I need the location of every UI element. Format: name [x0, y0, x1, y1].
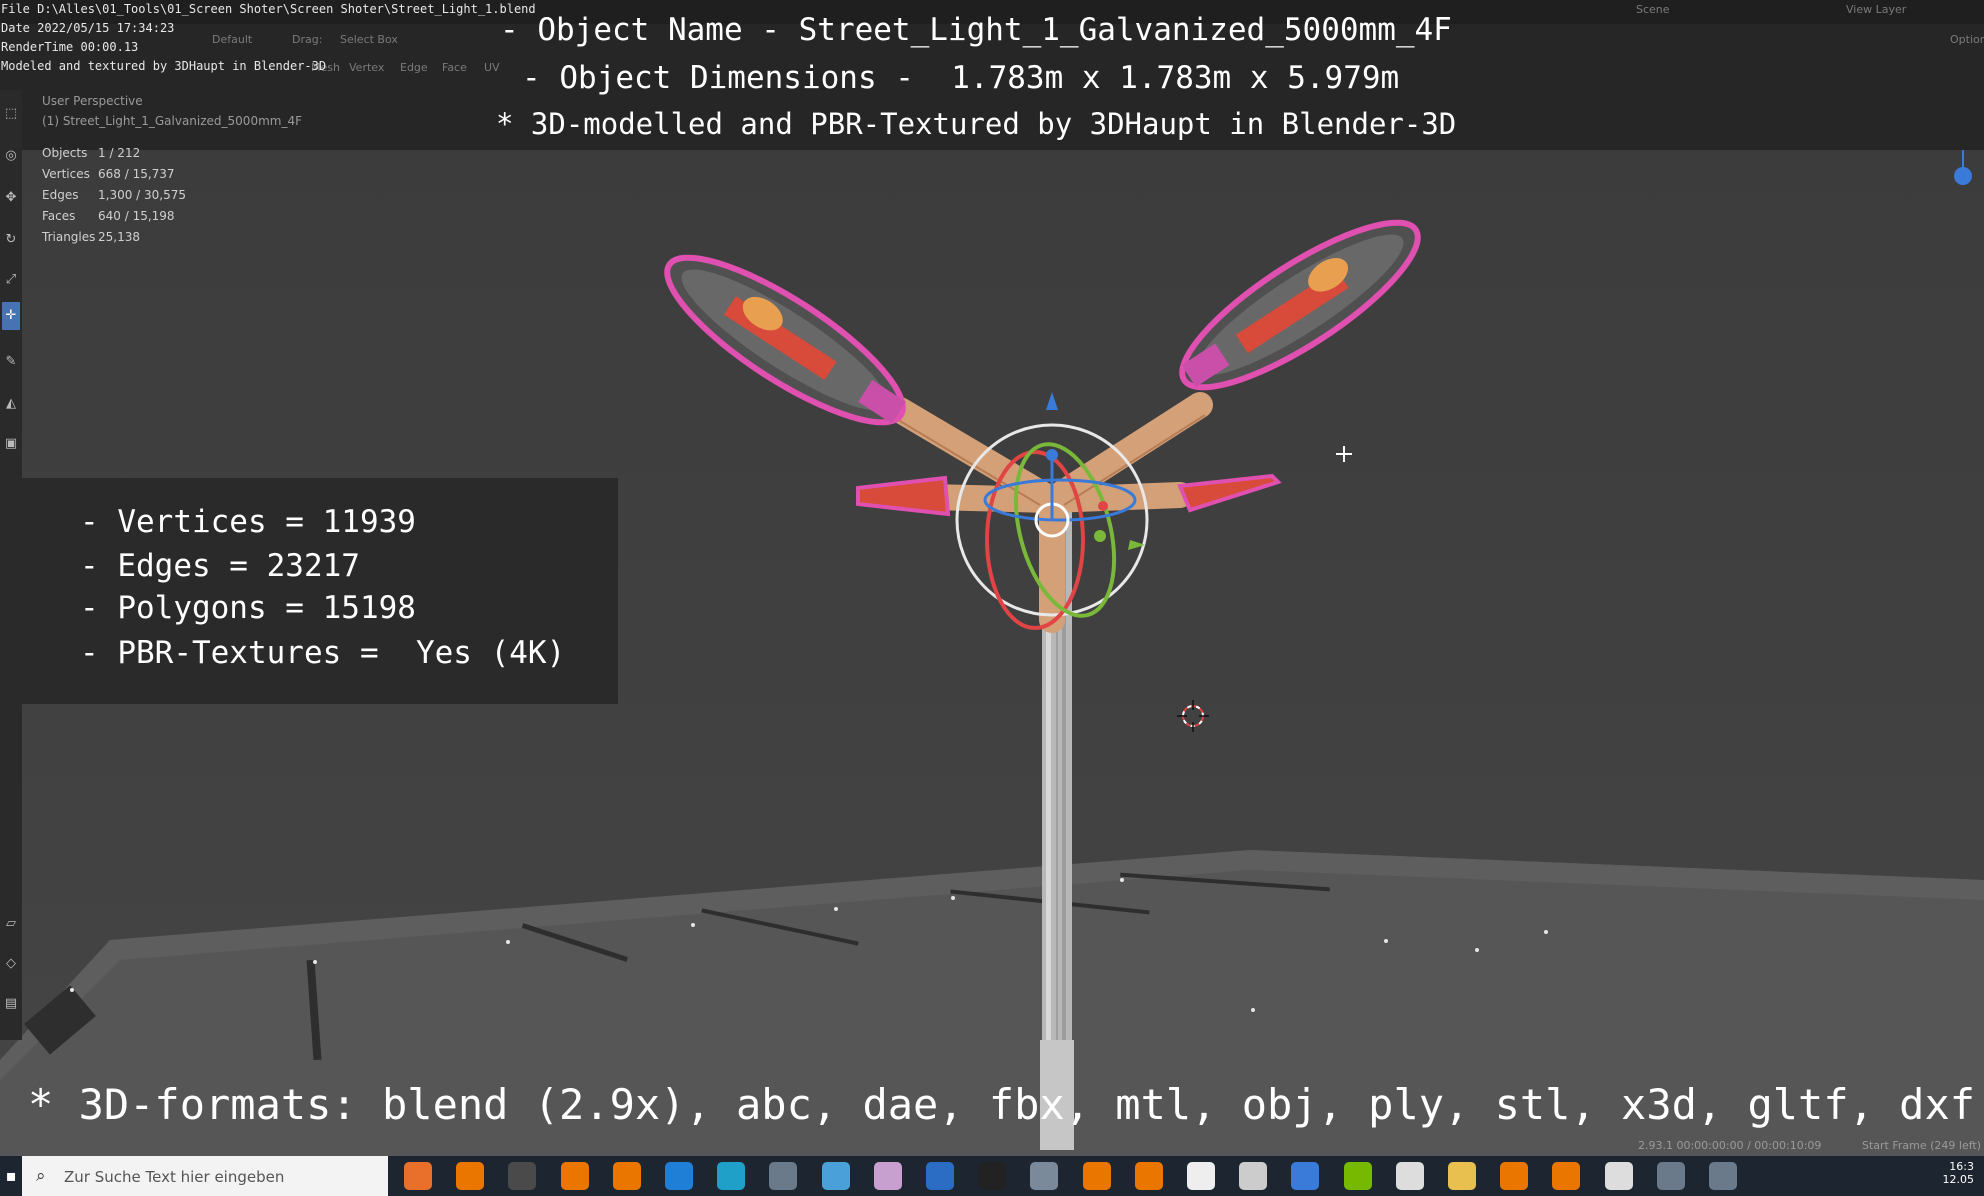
search-icon: ⌕	[36, 1166, 46, 1186]
nvidia-icon[interactable]	[1343, 1162, 1372, 1190]
clock-date[interactable]: 12.05	[1943, 1173, 1975, 1186]
obs-icon[interactable]	[508, 1162, 537, 1190]
stat-value: 1,300 / 30,575	[98, 188, 187, 202]
stat-value: 668 / 15,737	[98, 167, 175, 181]
orientation-dropdown[interactable]: Default	[212, 33, 252, 46]
plane-icon[interactable]	[1030, 1162, 1059, 1190]
start-frame-label: Start Frame (249 left)	[1862, 1139, 1982, 1152]
object-dimensions-overlay: - Object Dimensions - 1.783m x 1.783m x …	[522, 60, 1400, 96]
blender-icon[interactable]	[1134, 1162, 1163, 1190]
rip-tool-icon[interactable]: ◇	[2, 950, 20, 978]
3d-cursor	[1177, 700, 1209, 732]
stat-key: Faces	[42, 209, 76, 223]
mesh-info-panel: - Vertices = 11939 - Edges = 23217 - Pol…	[22, 478, 618, 704]
clock-time[interactable]: 16:3	[1943, 1160, 1974, 1173]
credit-overlay: * 3D-modelled and PBR-Textured by 3DHaup…	[496, 107, 1457, 141]
menu-uv[interactable]: UV	[484, 61, 500, 74]
perspective-label: User Perspective	[42, 94, 143, 108]
firefox-icon[interactable]	[404, 1162, 432, 1190]
rotate-tool-icon[interactable]: ↻	[2, 226, 20, 254]
active-object-label: (1) Street_Light_1_Galvanized_5000mm_4F	[42, 114, 302, 128]
app-icon[interactable]	[769, 1162, 798, 1190]
move-tool-icon[interactable]: ✥	[2, 184, 20, 212]
render-time-stamp: RenderTime 00:00.13	[1, 40, 139, 54]
options-menu[interactable]: Options	[1950, 33, 1984, 46]
notes-icon[interactable]	[821, 1162, 850, 1190]
system-tray: 16:3 12.05	[1943, 1160, 1975, 1186]
select-mode-dropdown[interactable]: Select Box	[340, 33, 398, 46]
word-icon[interactable]	[926, 1162, 954, 1190]
menu-face[interactable]: Face	[442, 61, 467, 74]
edges-line: - Edges = 23217	[80, 548, 360, 584]
file-path-stamp: File D:\Alles\01_Tools\01_Screen Shoter\…	[1, 2, 536, 16]
polygons-line: - Polygons = 15198	[80, 590, 416, 626]
extrude-tool-icon[interactable]: ▤	[2, 990, 20, 1018]
windows-start-icon[interactable]: ▪	[0, 1156, 22, 1196]
pbr-textures-line: - PBR-Textures = Yes (4K)	[80, 635, 566, 671]
tool-shelf: ⬚ ◎ ✥ ↻ ⤢ ✛ ✎ ◭ ▣ ▱ ◇ ▤	[0, 90, 22, 1040]
blender-icon[interactable]	[1500, 1162, 1529, 1190]
cursor-tool-icon[interactable]: ◎	[2, 142, 20, 170]
select-tool-icon[interactable]: ⬚	[2, 100, 20, 128]
stat-key: Triangles	[42, 230, 96, 244]
taskbar-search[interactable]: ⌕ Zur Suche Text hier eingeben	[22, 1156, 388, 1196]
calendar-icon[interactable]	[1291, 1162, 1320, 1190]
search-input[interactable]: Zur Suche Text hier eingeben	[64, 1168, 284, 1186]
blender-icon[interactable]	[1552, 1162, 1581, 1190]
status-bar: 2.93.1 00:00:00:00 / 00:00:10:09 Start F…	[0, 1136, 1984, 1156]
stat-value: 25,138	[98, 230, 140, 244]
vertices-line: - Vertices = 11939	[80, 504, 416, 540]
blender-icon[interactable]	[1082, 1162, 1111, 1190]
scene-statistics: Objects 1 / 212 Vertices 668 / 15,737 Edge…	[42, 146, 186, 251]
blender-icon[interactable]	[612, 1162, 641, 1190]
stat-key: Vertices	[42, 167, 90, 181]
windows-taskbar: ▪ ⌕ Zur Suche Text hier eingeben 16:3 12…	[0, 1156, 1984, 1196]
stat-key: Objects	[42, 146, 88, 160]
annotate-tool-icon[interactable]: ✎	[2, 348, 20, 376]
lamp-head-left	[664, 254, 906, 426]
move-cursor-icon	[1336, 446, 1352, 462]
3d-viewport[interactable]: Default Drag: Select Box Mesh Vertex Edg…	[0, 0, 1984, 1156]
add-cube-tool-icon[interactable]: ▣	[2, 430, 20, 458]
mail-icon[interactable]	[665, 1162, 693, 1190]
menu-vertex[interactable]: Vertex	[349, 61, 384, 74]
credit-stamp: Modeled and textured by 3DHaupt in Blend…	[1, 59, 327, 73]
playback-time: 2.93.1 00:00:00:00 / 00:00:10:09	[1638, 1139, 1822, 1152]
terminal-icon[interactable]	[978, 1162, 1007, 1190]
blender-icon[interactable]	[456, 1162, 485, 1190]
app-icon[interactable]	[1709, 1162, 1737, 1190]
scene-selector[interactable]: Scene	[1636, 3, 1670, 16]
scale-tool-icon[interactable]: ⤢	[2, 266, 20, 294]
stat-key: Edges	[42, 188, 79, 202]
panda-icon[interactable]	[1187, 1162, 1215, 1190]
clock-icon[interactable]	[1395, 1162, 1424, 1190]
folder-icon[interactable]	[1448, 1162, 1476, 1190]
stat-value: 1 / 212	[98, 146, 141, 160]
settings-icon[interactable]	[1604, 1162, 1633, 1190]
edge-icon[interactable]	[717, 1162, 746, 1190]
paint-icon[interactable]	[873, 1162, 902, 1190]
stat-value: 640 / 15,198	[98, 209, 175, 223]
lamp-head-front-right	[1177, 473, 1282, 513]
transform-tool-icon[interactable]: ✛	[2, 302, 20, 330]
blender-icon[interactable]	[560, 1162, 589, 1190]
app-icon[interactable]	[1656, 1162, 1685, 1190]
formats-overlay: * 3D-formats: blend (2.9x), abc, dae, fb…	[28, 1080, 1976, 1129]
drag-label: Drag:	[292, 33, 323, 46]
shear-tool-icon[interactable]: ▱	[2, 910, 20, 938]
cube-icon[interactable]	[1239, 1162, 1268, 1190]
measure-tool-icon[interactable]: ◭	[2, 390, 20, 418]
date-stamp: Date 2022/05/15 17:34:23	[1, 21, 175, 35]
lamp-head-right	[1179, 219, 1421, 391]
menu-edge[interactable]: Edge	[400, 61, 428, 74]
object-name-overlay: - Object Name - Street_Light_1_Galvanize…	[500, 12, 1452, 48]
lamp-head-front-left	[856, 475, 951, 517]
view-layer-selector[interactable]: View Layer	[1846, 3, 1906, 16]
